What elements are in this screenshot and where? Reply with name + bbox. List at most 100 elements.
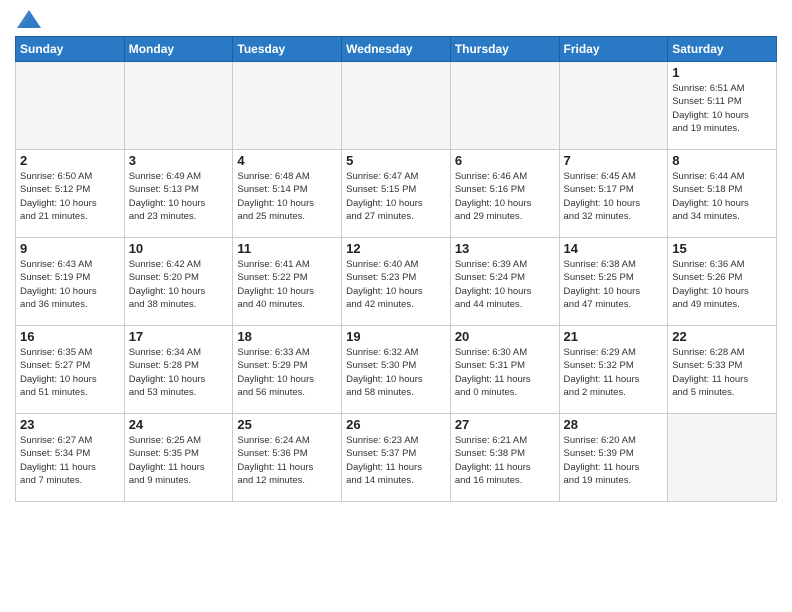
calendar-cell: 13 Sunrise: 6:39 AM Sunset: 5:24 PM Dayli…: [450, 238, 559, 326]
day-info: Sunrise: 6:35 AM Sunset: 5:27 PM Dayligh…: [20, 346, 120, 399]
day-info: Sunrise: 6:36 AM Sunset: 5:26 PM Dayligh…: [672, 258, 772, 311]
day-info: Sunrise: 6:41 AM Sunset: 5:22 PM Dayligh…: [237, 258, 337, 311]
day-number: 15: [672, 241, 772, 256]
day-info: Sunrise: 6:45 AM Sunset: 5:17 PM Dayligh…: [564, 170, 664, 223]
calendar-cell: 26 Sunrise: 6:23 AM Sunset: 5:37 PM Dayli…: [342, 414, 451, 502]
week-row-3: 9 Sunrise: 6:43 AM Sunset: 5:19 PM Daylig…: [16, 238, 777, 326]
day-info: Sunrise: 6:40 AM Sunset: 5:23 PM Dayligh…: [346, 258, 446, 311]
weekday-header-sunday: Sunday: [16, 37, 125, 62]
day-number: 10: [129, 241, 229, 256]
weekday-header-wednesday: Wednesday: [342, 37, 451, 62]
day-number: 4: [237, 153, 337, 168]
calendar-cell: 23 Sunrise: 6:27 AM Sunset: 5:34 PM Dayli…: [16, 414, 125, 502]
calendar-cell: 10 Sunrise: 6:42 AM Sunset: 5:20 PM Dayli…: [124, 238, 233, 326]
page: SundayMondayTuesdayWednesdayThursdayFrid…: [0, 0, 792, 517]
calendar-cell: 21 Sunrise: 6:29 AM Sunset: 5:32 PM Dayli…: [559, 326, 668, 414]
day-number: 18: [237, 329, 337, 344]
day-number: 28: [564, 417, 664, 432]
day-number: 11: [237, 241, 337, 256]
day-info: Sunrise: 6:23 AM Sunset: 5:37 PM Dayligh…: [346, 434, 446, 487]
day-info: Sunrise: 6:51 AM Sunset: 5:11 PM Dayligh…: [672, 82, 772, 135]
day-info: Sunrise: 6:34 AM Sunset: 5:28 PM Dayligh…: [129, 346, 229, 399]
day-info: Sunrise: 6:33 AM Sunset: 5:29 PM Dayligh…: [237, 346, 337, 399]
header: [15, 10, 777, 28]
calendar-cell: 22Sunrise: 6:28 AM Sunset: 5:33 PM Dayli…: [668, 326, 777, 414]
day-number: 26: [346, 417, 446, 432]
calendar-cell: 7 Sunrise: 6:45 AM Sunset: 5:17 PM Daylig…: [559, 150, 668, 238]
day-number: 20: [455, 329, 555, 344]
calendar-cell: [124, 62, 233, 150]
weekday-header-tuesday: Tuesday: [233, 37, 342, 62]
day-number: 16: [20, 329, 120, 344]
day-info: Sunrise: 6:49 AM Sunset: 5:13 PM Dayligh…: [129, 170, 229, 223]
calendar-cell: 20 Sunrise: 6:30 AM Sunset: 5:31 PM Dayli…: [450, 326, 559, 414]
weekday-header-saturday: Saturday: [668, 37, 777, 62]
calendar-cell: 8 Sunrise: 6:44 AM Sunset: 5:18 PM Daylig…: [668, 150, 777, 238]
day-info: Sunrise: 6:25 AM Sunset: 5:35 PM Dayligh…: [129, 434, 229, 487]
day-info: Sunrise: 6:38 AM Sunset: 5:25 PM Dayligh…: [564, 258, 664, 311]
day-number: 23: [20, 417, 120, 432]
calendar-cell: [342, 62, 451, 150]
calendar-cell: [16, 62, 125, 150]
weekday-header-thursday: Thursday: [450, 37, 559, 62]
day-number: 27: [455, 417, 555, 432]
day-info: Sunrise: 6:24 AM Sunset: 5:36 PM Dayligh…: [237, 434, 337, 487]
day-number: 9: [20, 241, 120, 256]
day-info: Sunrise: 6:42 AM Sunset: 5:20 PM Dayligh…: [129, 258, 229, 311]
calendar-cell: [668, 414, 777, 502]
calendar-cell: [450, 62, 559, 150]
calendar-cell: [233, 62, 342, 150]
day-number: 24: [129, 417, 229, 432]
calendar-cell: 4 Sunrise: 6:48 AM Sunset: 5:14 PM Daylig…: [233, 150, 342, 238]
day-number: 7: [564, 153, 664, 168]
week-row-4: 16 Sunrise: 6:35 AM Sunset: 5:27 PM Dayli…: [16, 326, 777, 414]
calendar-cell: 14 Sunrise: 6:38 AM Sunset: 5:25 PM Dayli…: [559, 238, 668, 326]
weekday-header-monday: Monday: [124, 37, 233, 62]
calendar-cell: 27 Sunrise: 6:21 AM Sunset: 5:38 PM Dayli…: [450, 414, 559, 502]
calendar-cell: 9 Sunrise: 6:43 AM Sunset: 5:19 PM Daylig…: [16, 238, 125, 326]
calendar-cell: 16 Sunrise: 6:35 AM Sunset: 5:27 PM Dayli…: [16, 326, 125, 414]
day-number: 13: [455, 241, 555, 256]
calendar-table: SundayMondayTuesdayWednesdayThursdayFrid…: [15, 36, 777, 502]
day-number: 17: [129, 329, 229, 344]
day-number: 19: [346, 329, 446, 344]
calendar-cell: 6Sunrise: 6:46 AM Sunset: 5:16 PM Daylig…: [450, 150, 559, 238]
week-row-5: 23 Sunrise: 6:27 AM Sunset: 5:34 PM Dayli…: [16, 414, 777, 502]
day-number: 25: [237, 417, 337, 432]
day-number: 8: [672, 153, 772, 168]
logo: [15, 10, 41, 28]
day-info: Sunrise: 6:48 AM Sunset: 5:14 PM Dayligh…: [237, 170, 337, 223]
calendar-cell: 19 Sunrise: 6:32 AM Sunset: 5:30 PM Dayli…: [342, 326, 451, 414]
calendar-cell: 25 Sunrise: 6:24 AM Sunset: 5:36 PM Dayli…: [233, 414, 342, 502]
day-number: 3: [129, 153, 229, 168]
day-info: Sunrise: 6:44 AM Sunset: 5:18 PM Dayligh…: [672, 170, 772, 223]
day-info: Sunrise: 6:39 AM Sunset: 5:24 PM Dayligh…: [455, 258, 555, 311]
day-number: 5: [346, 153, 446, 168]
day-info: Sunrise: 6:47 AM Sunset: 5:15 PM Dayligh…: [346, 170, 446, 223]
day-info: Sunrise: 6:29 AM Sunset: 5:32 PM Dayligh…: [564, 346, 664, 399]
day-number: 1: [672, 65, 772, 80]
calendar-cell: 12 Sunrise: 6:40 AM Sunset: 5:23 PM Dayli…: [342, 238, 451, 326]
day-info: Sunrise: 6:32 AM Sunset: 5:30 PM Dayligh…: [346, 346, 446, 399]
day-info: Sunrise: 6:30 AM Sunset: 5:31 PM Dayligh…: [455, 346, 555, 399]
day-info: Sunrise: 6:50 AM Sunset: 5:12 PM Dayligh…: [20, 170, 120, 223]
calendar-cell: 2 Sunrise: 6:50 AM Sunset: 5:12 PM Daylig…: [16, 150, 125, 238]
day-info: Sunrise: 6:27 AM Sunset: 5:34 PM Dayligh…: [20, 434, 120, 487]
calendar-cell: 18 Sunrise: 6:33 AM Sunset: 5:29 PM Dayli…: [233, 326, 342, 414]
calendar-cell: [559, 62, 668, 150]
day-number: 14: [564, 241, 664, 256]
day-number: 6: [455, 153, 555, 168]
calendar-cell: 3 Sunrise: 6:49 AM Sunset: 5:13 PM Daylig…: [124, 150, 233, 238]
calendar-cell: 1 Sunrise: 6:51 AM Sunset: 5:11 PM Daylig…: [668, 62, 777, 150]
calendar-cell: 15 Sunrise: 6:36 AM Sunset: 5:26 PM Dayli…: [668, 238, 777, 326]
day-number: 21: [564, 329, 664, 344]
week-row-2: 2 Sunrise: 6:50 AM Sunset: 5:12 PM Daylig…: [16, 150, 777, 238]
day-number: 22: [672, 329, 772, 344]
calendar-cell: 17 Sunrise: 6:34 AM Sunset: 5:28 PM Dayli…: [124, 326, 233, 414]
day-info: Sunrise: 6:43 AM Sunset: 5:19 PM Dayligh…: [20, 258, 120, 311]
calendar-cell: 24 Sunrise: 6:25 AM Sunset: 5:35 PM Dayli…: [124, 414, 233, 502]
day-info: Sunrise: 6:21 AM Sunset: 5:38 PM Dayligh…: [455, 434, 555, 487]
day-info: Sunrise: 6:20 AM Sunset: 5:39 PM Dayligh…: [564, 434, 664, 487]
day-number: 2: [20, 153, 120, 168]
day-number: 12: [346, 241, 446, 256]
